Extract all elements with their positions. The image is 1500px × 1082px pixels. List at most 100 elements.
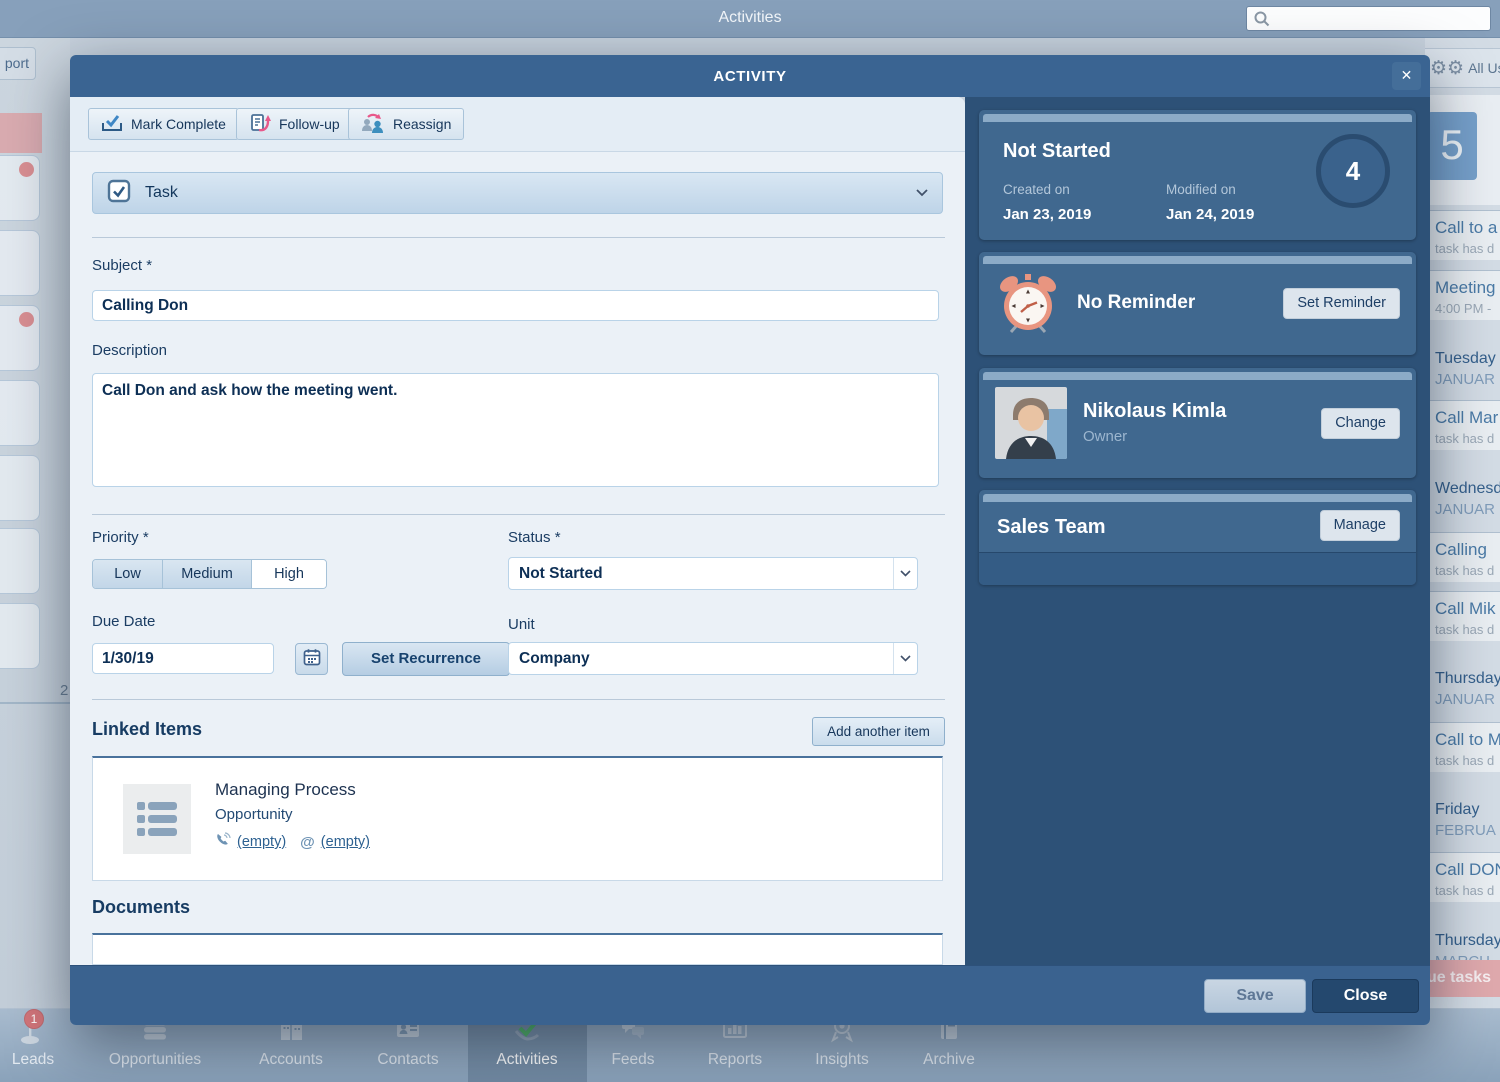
event-subtitle: task has d [1435,241,1500,256]
nav-label: Accounts [236,1051,346,1069]
status-select[interactable]: Not Started [508,557,918,590]
calendar-event[interactable]: Call Mar task has d [1425,400,1500,450]
subject-label: Subject * [92,257,152,274]
all-users-filter[interactable]: ⚙⚙ All User [1425,48,1500,88]
activity-type-select[interactable]: Task [92,172,943,214]
documents-panel [92,933,943,965]
calendar-day-header: Tuesday JANUAR [1425,343,1500,389]
mark-complete-button[interactable]: Mark Complete [88,108,239,140]
notification-dot [19,162,34,177]
manage-team-button[interactable]: Manage [1320,510,1400,541]
task-checkbox-icon [107,179,131,208]
nav-label: Leads [0,1051,88,1069]
linked-item-type: Opportunity [215,806,293,823]
follow-up-button[interactable]: Follow-up [236,108,353,140]
list-item[interactable] [0,230,40,296]
email-empty-link[interactable]: (empty) [321,834,370,850]
priority-medium-button[interactable]: Medium [163,560,252,588]
list-item[interactable] [0,380,40,446]
card-accent-strip [983,256,1412,264]
app-frame: Activities port 2 ⚙⚙ All User 5 Call t [0,0,1500,1082]
date-tile-panel: 5 [1425,95,1500,205]
email-at-icon: @ [300,834,315,851]
event-subtitle: task has d [1435,753,1500,768]
reminder-card: No Reminder Set Reminder [979,252,1416,355]
calendar-day-header: Thursday JANUAR [1425,663,1500,709]
reassign-button[interactable]: Reassign [348,108,464,140]
modal-sidebar: Not Started Created on Jan 23, 2019 Modi… [965,97,1430,965]
activity-modal: ACTIVITY ✕ Mark Complete [70,55,1430,1025]
description-textarea[interactable]: Call Don and ask how the meeting went. [92,373,939,487]
nav-label: Opportunities [100,1051,210,1069]
calendar-event[interactable]: Call to a task has d [1425,210,1500,260]
calendar-event[interactable]: Calling task has d [1425,532,1500,582]
close-icon[interactable]: ✕ [1392,62,1421,90]
all-users-label: All User [1468,60,1500,76]
event-title: Call to a [1435,218,1500,238]
calendar-event[interactable]: Meeting 4:00 PM - [1425,270,1500,320]
owner-card: Nikolaus Kimla Owner Change [979,368,1416,478]
activity-form: Mark Complete Follow-up Reassign [70,97,965,965]
calendar-day-header: Friday FEBRUA [1425,794,1500,840]
event-subtitle: task has d [1435,883,1500,898]
count-label: 2 [60,682,68,699]
nav-label: Insights [787,1051,897,1069]
list-item[interactable] [0,455,40,521]
event-subtitle: 4:00 PM - [1435,301,1500,316]
event-title: Call Mar [1435,408,1500,428]
close-button[interactable]: Close [1312,979,1419,1013]
phone-icon [215,832,231,852]
linked-item-title[interactable]: Managing Process [215,780,356,800]
change-owner-button[interactable]: Change [1321,408,1400,439]
nav-label: Feeds [578,1051,688,1069]
divider [92,514,945,515]
save-button[interactable]: Save [1204,979,1306,1013]
priority-low-button[interactable]: Low [93,560,163,588]
linked-item-card[interactable]: Managing Process Opportunity (empty) @ (… [92,756,943,881]
mark-complete-icon [101,113,123,136]
modified-on-value: Jan 24, 2019 [1166,206,1254,223]
calendar-event[interactable]: Call DON task has d [1425,852,1500,902]
owner-name: Nikolaus Kimla [1083,400,1226,423]
nav-label: Reports [680,1051,790,1069]
search-box[interactable] [1246,6,1491,31]
list-item[interactable] [0,603,40,669]
report-button-partial[interactable]: port [0,47,36,80]
event-title: Call DON [1435,860,1500,880]
calendar-picker-button[interactable] [295,643,328,675]
date-tile[interactable]: 5 [1427,112,1477,180]
event-title: Call Mik [1435,599,1500,619]
alert-strip [0,113,42,153]
add-another-item-button[interactable]: Add another item [812,717,945,746]
list-item[interactable] [0,528,40,594]
due-date-input[interactable] [92,643,274,674]
reassign-label: Reassign [393,116,451,132]
search-input[interactable] [1271,9,1490,29]
subject-input[interactable] [92,290,939,321]
day-month: FEBRUA [1435,822,1500,839]
modified-on-label: Modified on [1166,182,1236,197]
priority-high-button[interactable]: High [252,560,326,588]
chevron-down-icon [893,558,917,589]
set-reminder-button[interactable]: Set Reminder [1283,288,1400,319]
card-accent-strip [983,114,1412,122]
modal-toolbar: Mark Complete Follow-up Reassign [70,97,965,152]
calendar-event[interactable]: Call to M task has d [1425,722,1500,772]
chevron-down-icon [893,643,917,674]
set-recurrence-button[interactable]: Set Recurrence [342,642,510,676]
day-title: Thursday [1435,932,1500,950]
phone-empty-link[interactable]: (empty) [237,834,286,850]
calendar-event[interactable]: Call Mik task has d [1425,591,1500,641]
list-item[interactable] [0,155,40,221]
calendar-icon [303,648,321,671]
day-title: Tuesday [1435,350,1500,368]
sales-team-card: Sales Team Manage [979,490,1416,585]
status-text: Not Started [1003,140,1111,163]
overdue-tasks-banner[interactable]: ue tasks [1425,960,1500,997]
day-title: Friday [1435,801,1500,819]
team-empty-row [979,552,1416,585]
status-label: Status * [508,529,561,546]
unit-select[interactable]: Company [508,642,918,675]
leads-badge: 1 [24,1009,44,1029]
list-item[interactable] [0,305,40,371]
